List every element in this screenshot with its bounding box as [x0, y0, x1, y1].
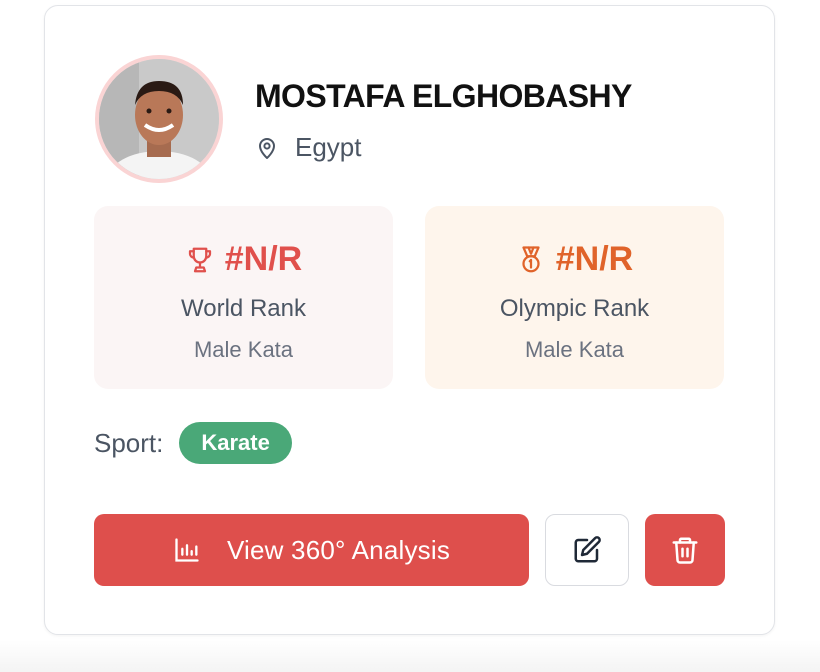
athlete-country: Egypt	[295, 132, 362, 162]
bar-chart-icon	[175, 538, 199, 562]
world-rank-category: Male Kata	[193, 337, 294, 362]
world-rank-value: #N/R	[224, 240, 303, 278]
sport-row: Sport: Karate	[94, 422, 292, 464]
view-analysis-label: View 360° Analysis	[226, 534, 451, 565]
trophy-icon	[188, 247, 211, 272]
sport-badge: Karate	[179, 422, 292, 464]
olympic-rank-category: Male Kata	[524, 337, 625, 362]
trash-icon	[672, 537, 698, 564]
view-analysis-button[interactable]: View 360° Analysis	[94, 514, 529, 586]
map-pin-icon	[259, 137, 275, 159]
athlete-name: MOSTAFA ELGHOBASHY	[255, 78, 632, 114]
world-rank-label: World Rank	[181, 295, 306, 322]
olympic-rank-label: Olympic Rank	[499, 295, 650, 322]
athlete-card: MOSTAFA ELGHOBASHY Egypt #N/R World Rank…	[44, 5, 775, 635]
olympic-rank-box: #N/R Olympic Rank Male Kata	[425, 206, 724, 389]
delete-button[interactable]	[645, 514, 725, 586]
medal-icon	[522, 245, 540, 272]
world-rank-box: #N/R World Rank Male Kata	[94, 206, 393, 389]
page-bottom-shade	[0, 640, 820, 672]
athlete-location: Egypt	[255, 132, 362, 163]
athlete-avatar	[95, 55, 223, 183]
olympic-rank-value: #N/R	[555, 240, 634, 278]
sport-label: Sport:	[94, 427, 164, 458]
edit-button[interactable]	[545, 514, 629, 586]
edit-icon	[574, 536, 601, 563]
